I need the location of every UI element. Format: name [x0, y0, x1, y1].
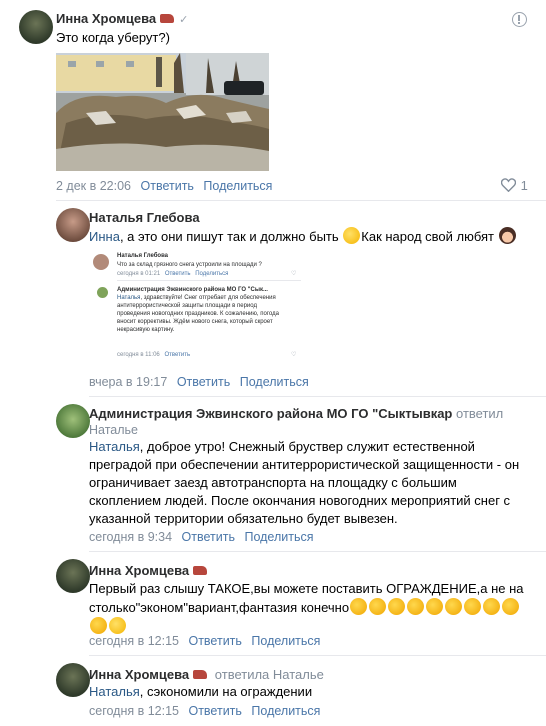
reply-button[interactable]: Ответить: [141, 179, 194, 193]
comment-time[interactable]: вчера в 19:17: [89, 375, 167, 389]
snow-pile-photo: [56, 53, 269, 171]
comment-meta: сегодня в 12:15 Ответить Поделиться: [89, 704, 326, 718]
clapping-emoji-icon: [426, 598, 444, 615]
shot-mention: Наталья: [117, 295, 141, 301]
divider: [89, 655, 546, 656]
attached-photo[interactable]: [56, 53, 269, 171]
shot-divider: [117, 280, 301, 281]
shot-author: Наталья Глебова: [117, 253, 169, 259]
clapping-emoji-icon: [369, 598, 387, 615]
shot-meta: сегодня в 11:06 Ответить: [117, 351, 190, 359]
heart-icon: [500, 178, 517, 193]
comment-meta: сегодня в 9:34 Ответить Поделиться: [89, 530, 319, 544]
comment-author: Инна Хромцева ответила Наталье: [89, 667, 324, 682]
avatar[interactable]: [56, 404, 90, 438]
reply-target: Наталье: [89, 423, 144, 437]
comment-text-part: , доброе утро! Снежный бруствер служит е…: [89, 439, 520, 526]
comment-author[interactable]: Инна Хромцева: [89, 563, 208, 578]
shot-like-icon: ♡: [291, 352, 297, 358]
like-button[interactable]: 1: [500, 178, 528, 194]
clapping-emoji-icon: [502, 598, 520, 615]
car-icon: [193, 670, 208, 679]
attached-screenshot[interactable]: Наталья Глебова Что за склад грязного сн…: [89, 249, 301, 363]
reply-button[interactable]: Ответить: [188, 704, 241, 718]
comment-text: Это когда уберут?): [56, 30, 170, 45]
clapping-emoji-icon: [407, 598, 425, 615]
author-name[interactable]: Инна Хромцева: [56, 11, 156, 26]
comment-text-part: , а это они пишут так и должно быть: [119, 229, 343, 244]
share-button[interactable]: Поделиться: [203, 179, 272, 193]
comment-text: Инна, а это они пишут так и должно быть …: [89, 227, 517, 246]
comment-meta: сегодня в 12:15 Ответить Поделиться: [89, 634, 326, 648]
clapping-emoji-icon: [445, 598, 463, 615]
comment-text: Наталья, доброе утро! Снежный бруствер с…: [89, 438, 525, 528]
clapping-emoji-icon: [350, 598, 368, 615]
shot-reply: Ответить: [164, 271, 191, 277]
comment-author: Администрация Эжвинского района МО ГО "С…: [89, 406, 503, 421]
divider: [56, 200, 546, 201]
comment-author[interactable]: Наталья Глебова: [89, 210, 200, 225]
reply-note[interactable]: ответила Наталье: [215, 667, 324, 682]
comment-text: Наталья, сэкономили на ограждении: [89, 683, 312, 701]
divider: [89, 551, 546, 552]
car-icon: [160, 14, 175, 23]
reply-button[interactable]: Ответить: [182, 530, 235, 544]
shot-time: сегодня в 01:21: [117, 271, 161, 277]
shot-share: Поделиться: [195, 271, 229, 277]
comment-time[interactable]: сегодня в 12:15: [89, 634, 179, 648]
comment-meta: 2 дек в 22:06 Ответить Поделиться: [56, 179, 278, 193]
shot-reply: Ответить: [164, 352, 191, 358]
shot-meta: сегодня в 01:21 Ответить Поделиться: [117, 270, 228, 278]
shot-author: Администрация Эжвинского района МО ГО "С…: [117, 287, 268, 293]
checkmark-icon: ✓: [179, 14, 189, 26]
mention-link[interactable]: Инна: [89, 229, 120, 244]
clapping-emoji-icon: [90, 617, 107, 634]
mention-link[interactable]: Наталья: [89, 684, 140, 699]
reply-button[interactable]: Ответить: [188, 634, 241, 648]
author-name[interactable]: Инна Хромцева: [89, 667, 189, 682]
share-button[interactable]: Поделиться: [240, 375, 309, 389]
comment-time[interactable]: сегодня в 12:15: [89, 704, 179, 718]
clapping-emoji-icon: [388, 598, 406, 615]
shot-text: Что за склад грязного снега устроили на …: [117, 262, 262, 268]
shot-avatar: [93, 254, 109, 270]
comment-text-part: Как народ свой любят: [361, 229, 498, 244]
share-button[interactable]: Поделиться: [244, 530, 313, 544]
car-icon: [193, 566, 208, 575]
avatar[interactable]: [56, 559, 90, 593]
clapping-emoji-icon: [464, 598, 482, 615]
shot-like-icon: ♡: [291, 271, 297, 277]
shot-text-part: , здравствуйте! Снег отгребает для обесп…: [117, 295, 279, 333]
avatar[interactable]: [56, 663, 90, 697]
divider: [89, 396, 546, 397]
reply-button[interactable]: Ответить: [177, 375, 230, 389]
avatar[interactable]: [56, 208, 90, 242]
more-icon[interactable]: [512, 12, 527, 27]
reply-note: ответил: [456, 406, 504, 421]
comment-meta: вчера в 19:17 Ответить Поделиться: [89, 375, 315, 389]
comment-author[interactable]: Инна Хромцева ✓: [56, 11, 188, 26]
comment-text-part: , сэкономили на ограждении: [139, 684, 313, 699]
clapping-emoji-icon: [483, 598, 501, 615]
like-count: 1: [520, 178, 528, 193]
reply-target-name[interactable]: Наталье: [89, 423, 138, 437]
avatar[interactable]: [19, 10, 53, 44]
mention-link[interactable]: Наталья: [89, 439, 140, 454]
shot-avatar: [97, 287, 108, 298]
share-button[interactable]: Поделиться: [251, 704, 320, 718]
author-name[interactable]: Инна Хромцева: [89, 563, 189, 578]
comment-time[interactable]: 2 дек в 22:06: [56, 179, 131, 193]
share-button[interactable]: Поделиться: [251, 634, 320, 648]
woman-emoji-icon: [498, 227, 516, 244]
shot-time: сегодня в 11:06: [117, 352, 160, 358]
laughing-emoji-icon: [343, 227, 361, 244]
shot-text: Наталья, здравствуйте! Снег отгребает дл…: [117, 294, 289, 334]
author-name[interactable]: Администрация Эжвинского района МО ГО "С…: [89, 406, 452, 421]
comment-text: Первый раз слышу ТАКОЕ,вы можете постави…: [89, 580, 529, 636]
comment-time[interactable]: сегодня в 9:34: [89, 530, 172, 544]
grinning-emoji-icon: [109, 617, 126, 634]
